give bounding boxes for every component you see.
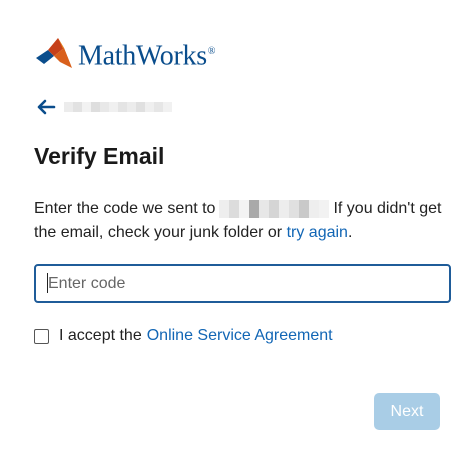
mathworks-logo: MathWorks®	[34, 34, 215, 74]
agreement-row: I accept the Online Service Agreement	[34, 325, 333, 347]
redacted-email	[219, 199, 330, 218]
agreement-label: I accept the	[59, 327, 142, 344]
text-caret	[47, 273, 48, 293]
membrane-logo-icon	[36, 38, 72, 68]
description-period: .	[347, 224, 353, 241]
arrow-left-icon[interactable]	[36, 99, 56, 115]
description-start: Enter the code we sent to	[34, 200, 216, 217]
registered-mark: ®	[207, 45, 216, 57]
brand-name: MathWorks®	[78, 40, 216, 72]
code-input[interactable]	[34, 264, 451, 303]
page-title: Verify Email	[34, 143, 165, 169]
online-service-agreement-link[interactable]: Online Service Agreement	[147, 327, 333, 345]
back-row	[36, 95, 172, 119]
agreement-checkbox[interactable]	[34, 328, 49, 344]
redacted-email	[64, 102, 172, 112]
try-again-link[interactable]: try again	[287, 224, 348, 241]
next-button[interactable]: Next	[374, 393, 440, 430]
verify-description: Enter the code we sent to If you didn't g…	[34, 197, 444, 245]
